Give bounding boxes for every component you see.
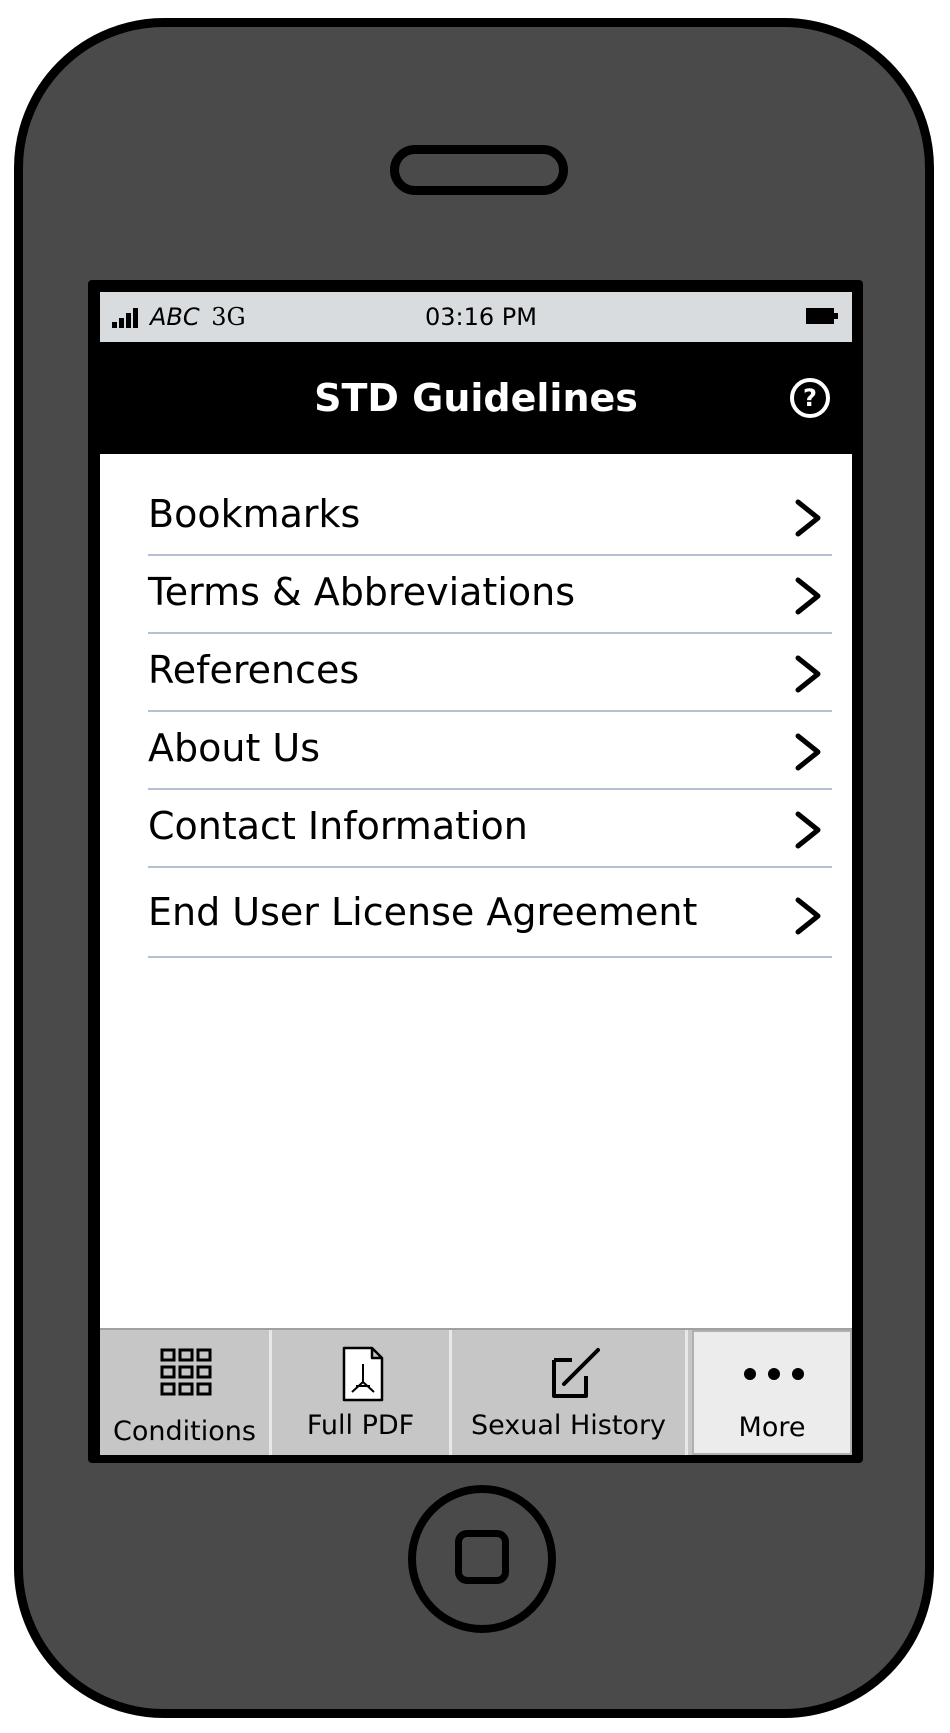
chevron-right-icon [795, 499, 821, 537]
menu-item-label: References [148, 648, 360, 692]
menu-item-eula[interactable]: End User License Agreement [148, 868, 832, 958]
tab-label: Sexual History [470, 1410, 667, 1441]
menu-item-label: End User License Agreement [148, 890, 698, 934]
tab-label: More [738, 1412, 806, 1443]
speaker-slot [390, 145, 568, 195]
pdf-document-icon [342, 1346, 384, 1402]
tab-conditions[interactable]: Conditions [100, 1330, 272, 1455]
chevron-right-icon [795, 577, 821, 615]
tab-label: Conditions [113, 1416, 256, 1447]
help-icon[interactable]: ? [790, 378, 830, 418]
network-type: 3G [211, 303, 246, 331]
tab-sexual-history[interactable]: Sexual History [452, 1330, 688, 1455]
status-time: 03:16 PM [425, 303, 537, 331]
menu-item-contact-information[interactable]: Contact Information [148, 790, 832, 868]
chevron-right-icon [795, 811, 821, 849]
menu-item-label: About Us [148, 726, 321, 770]
menu-item-about-us[interactable]: About Us [148, 712, 832, 790]
signal-strength-icon [112, 306, 144, 328]
menu-item-terms-abbreviations[interactable]: Terms & Abbreviations [148, 556, 832, 634]
menu-item-label: Terms & Abbreviations [148, 570, 576, 614]
chevron-right-icon [795, 897, 821, 935]
menu-item-bookmarks[interactable]: Bookmarks [148, 478, 832, 556]
edit-icon [552, 1348, 600, 1398]
tab-label: Full PDF [306, 1410, 415, 1441]
home-button-icon [455, 1530, 509, 1584]
menu-item-references[interactable]: References [148, 634, 832, 712]
page-title: STD Guidelines [314, 376, 638, 420]
screen: ABC 3G 03:16 PM STD Guidelines ? Bookmar… [100, 292, 852, 1455]
grid-icon [160, 1348, 212, 1396]
chevron-right-icon [795, 733, 821, 771]
battery-icon [806, 308, 838, 324]
chevron-right-icon [795, 655, 821, 693]
tab-bar: Conditions Full PDF Sexual History More [100, 1328, 852, 1455]
navigation-bar: STD Guidelines ? [100, 342, 852, 454]
carrier-label: ABC 3G [150, 303, 246, 331]
menu-item-label: Contact Information [148, 804, 528, 848]
tab-full-pdf[interactable]: Full PDF [272, 1330, 452, 1455]
more-dots-icon [744, 1368, 804, 1380]
menu-item-label: Bookmarks [148, 492, 361, 536]
status-bar: ABC 3G 03:16 PM [100, 292, 852, 342]
tab-more[interactable]: More [692, 1330, 852, 1455]
